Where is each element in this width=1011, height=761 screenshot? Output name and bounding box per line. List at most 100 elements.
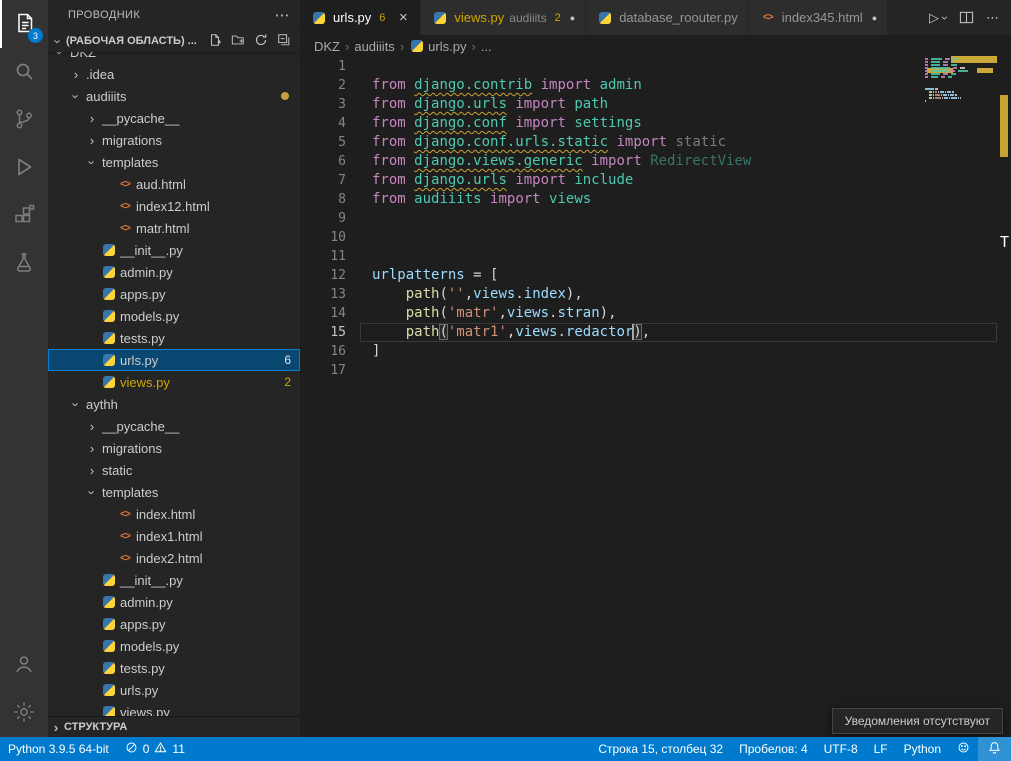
tree-folder-__pycache__[interactable]: ›__pycache__ [48,107,300,129]
status-bar-right: Строка 15, столбец 32 Пробелов: 4 UTF-8LFP… [590,737,1011,761]
tree-folder-migrations[interactable]: ›migrations [48,129,300,151]
tree-file-index.html[interactable]: <>index.html [48,503,300,525]
minimap[interactable] [925,55,997,105]
tree-file-__init__.py[interactable]: __init__.py [48,569,300,591]
code-token: , [498,305,506,321]
status-cursor-position[interactable]: Строка 15, столбец 32 [590,737,731,761]
tree-file-apps.py[interactable]: apps.py [48,283,300,305]
tree-file-tests.py[interactable]: tests.py [48,327,300,349]
close-icon[interactable]: × [396,9,410,26]
tree-file-admin.py[interactable]: admin.py [48,261,300,283]
tab-index345.html[interactable]: <>index345.html● [749,0,888,35]
tab-problems-count: 2 [555,12,561,24]
file-label: static [102,463,132,478]
outline-section-header[interactable]: › СТРУКТУРА [48,716,300,737]
breadcrumb-label: urls.py [428,39,466,54]
new-file-button[interactable] [206,33,223,50]
line-content: from django.views.generic import Redirec… [360,152,997,171]
tree-file-__init__.py[interactable]: __init__.py [48,239,300,261]
code-token: urlpatterns [372,267,465,283]
activity-extensions-button[interactable] [0,192,48,240]
line-number: 8 [300,190,360,209]
chevron-right-icon: › [84,111,100,126]
collapse-all-button[interactable] [275,33,292,50]
tree-file-index1.html[interactable]: <>index1.html [48,525,300,547]
activity-run-debug-button[interactable] [0,144,48,192]
tree-file-models.py[interactable]: models.py [48,305,300,327]
code-token: admin [600,77,642,93]
editor-scrollbar[interactable]: T [997,0,1011,737]
tree-file-aud.html[interactable]: <>aud.html [48,173,300,195]
tree-file-urls.py[interactable]: urls.py6 [48,349,300,371]
tree-folder-.idea[interactable]: ›.idea [48,63,300,85]
code-token [372,286,406,302]
tab-urls.py[interactable]: urls.py6× [300,0,421,35]
extensions-icon [12,203,36,230]
sidebar-title: ПРОВОДНИК [68,9,140,21]
new-folder-button[interactable] [229,33,246,50]
code-token: stran [557,305,599,321]
tree-folder-__pycache__[interactable]: ›__pycache__ [48,415,300,437]
file-label: aythh [86,397,118,412]
breadcrumb-item-urls.py[interactable]: urls.py [409,39,466,54]
breadcrumb-item-...[interactable]: ... [481,39,492,54]
status-label: Пробелов: 4 [739,742,808,756]
tree-folder-static[interactable]: ›static [48,459,300,481]
status-language-mode[interactable]: Python [896,737,949,761]
activity-account-button[interactable] [0,641,48,689]
status-feedback[interactable] [949,737,978,761]
line-content: path('',views.index), [360,285,997,304]
workspace-section-header[interactable]: › (РАБОЧАЯ ОБЛАСТЬ) ... [48,30,300,52]
tree-file-admin.py[interactable]: admin.py [48,591,300,613]
activity-settings-button[interactable] [0,689,48,737]
tree-folder-templates[interactable]: ›templates [48,481,300,503]
status-problems[interactable]: 011 [117,737,193,761]
status-python-version[interactable]: Python 3.9.5 64-bit [0,737,117,761]
code-editor[interactable]: 12from django.contrib import admin3from … [300,57,997,737]
tree-folder-templates[interactable]: ›templates [48,151,300,173]
activity-badge: 3 [28,28,43,43]
code-line: 11 [300,247,997,266]
code-token [482,191,490,207]
breadcrumb-label: ... [481,39,492,54]
breadcrumb-item-audiiits[interactable]: audiiits [354,39,394,54]
tree-file-urls.py[interactable]: urls.py [48,679,300,701]
status-encoding[interactable]: UTF-8 [816,737,866,761]
tree-file-views.py[interactable]: views.py2 [48,371,300,393]
modified-dot [281,92,289,100]
tree-folder-migrations[interactable]: ›migrations [48,437,300,459]
breadcrumb-item-DKZ[interactable]: DKZ [314,39,340,54]
settings-icon [12,700,36,727]
tree-file-matr.html[interactable]: <>matr.html [48,217,300,239]
activity-testing-button[interactable] [0,240,48,288]
refresh-button[interactable] [252,33,269,50]
tree-file-index2.html[interactable]: <>index2.html [48,547,300,569]
file-label: admin.py [120,265,173,280]
status-notifications-bell[interactable] [978,737,1011,761]
python-file-icon [100,376,118,388]
activity-source-control-button[interactable] [0,96,48,144]
tree-file-tests.py[interactable]: tests.py [48,657,300,679]
split-editor-button[interactable] [959,10,974,25]
tree-file-index12.html[interactable]: <>index12.html [48,195,300,217]
code-token: import [541,77,592,93]
editor-group: urls.py6×views.pyaudiiits2●database_roou… [300,0,1011,737]
file-label: index.html [136,507,195,522]
more-actions-icon[interactable]: ⋯ [275,6,290,24]
status-indentation[interactable]: Пробелов: 4 [731,737,816,761]
activity-explorer-button[interactable]: 3 [0,0,48,48]
tree-folder-aythh[interactable]: ›aythh [48,393,300,415]
status-eol[interactable]: LF [866,737,896,761]
chevron-right-icon: › [84,419,100,434]
tree-folder-audiiits[interactable]: ›audiiits [48,85,300,107]
chevron-down-icon: › [69,396,84,412]
tab-database_roouter.py[interactable]: database_roouter.py [586,0,749,35]
tree-file-models.py[interactable]: models.py [48,635,300,657]
run-dropdown-button[interactable]: › [938,16,952,20]
activity-search-button[interactable] [0,48,48,96]
tab-views.py[interactable]: views.pyaudiiits2● [421,0,586,35]
tree-file-apps.py[interactable]: apps.py [48,613,300,635]
code-token [406,115,414,131]
line-content [360,57,997,76]
minimap-line [925,76,997,78]
